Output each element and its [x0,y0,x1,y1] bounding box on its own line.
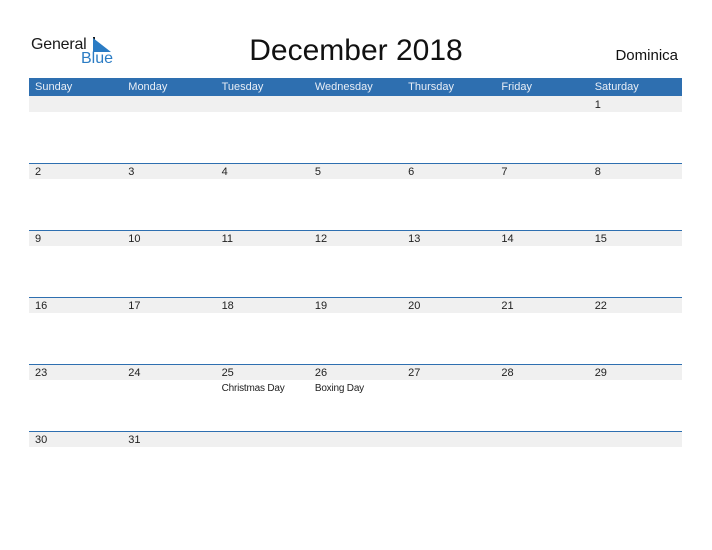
week-row: 30 31 [29,431,682,498]
day-number: 5 [314,166,321,178]
day-cell[interactable]: 7 [495,163,588,230]
day-number: 11 [221,233,233,245]
day-cell[interactable] [216,96,309,163]
week-row: 9 10 11 12 13 14 15 [29,230,682,297]
day-number: 27 [408,367,421,379]
day-cell[interactable]: 9 [29,230,122,297]
day-cell[interactable]: 3 [122,163,215,230]
day-cell[interactable] [216,431,309,498]
day-cell[interactable] [122,96,215,163]
weekday-monday: Monday [128,81,168,93]
day-cell[interactable] [495,431,588,498]
day-cell[interactable] [495,96,588,163]
day-cell[interactable]: 8 [589,163,682,230]
day-number: 26 [314,367,328,379]
day-cell[interactable] [309,96,402,163]
day-number: 20 [408,300,421,312]
weekday-tuesday: Tuesday [221,81,264,93]
day-number: 22 [594,300,607,312]
day-cell[interactable]: 10 [122,230,215,297]
day-cell[interactable]: 14 [495,230,588,297]
day-number: 28 [501,367,514,379]
week-row: 2 3 4 5 6 7 8 [29,163,682,230]
day-cell[interactable]: 25 Christmas Day [216,364,309,431]
day-cell[interactable]: 6 [402,163,495,230]
day-number: 10 [128,233,141,245]
day-cell[interactable]: 24 [122,364,215,431]
week-row: 23 24 25 Christmas Day 26 Boxing Day 27 28 29 [29,364,682,431]
calendar-grid: 1 2 3 4 5 6 7 8 9 10 11 12 13 14 15 16 17 18 19 20 21 22 23 24 2… [29,96,682,498]
weekday-sunday: Sunday [35,81,73,93]
day-cell[interactable]: 28 [495,364,588,431]
day-number: 1 [594,99,601,111]
week-row: 16 17 18 19 20 21 22 [29,297,682,364]
weekday-saturday: Saturday [594,81,639,93]
day-cell[interactable]: 21 [495,297,588,364]
day-cell[interactable]: 12 [309,230,402,297]
day-number: 21 [501,300,514,312]
day-number: 3 [128,166,135,178]
day-cell[interactable]: 2 [29,163,122,230]
day-number: 25 [221,367,234,379]
day-number: 24 [128,367,141,379]
day-number: 30 [35,434,48,446]
day-cell[interactable]: 1 [589,96,682,163]
day-number: 13 [408,233,421,245]
day-cell[interactable]: 13 [402,230,495,297]
week-row: 1 [29,96,682,163]
country-label: Dominica [615,47,678,64]
day-cell[interactable]: 19 [309,297,402,364]
weekday-friday: Friday [501,81,532,93]
day-cell[interactable]: 31 [122,431,215,498]
day-number: 19 [314,300,328,312]
day-cell[interactable]: 29 [589,364,682,431]
day-number: 31 [128,434,141,446]
day-number: 2 [35,166,42,178]
day-cell[interactable]: 16 [29,297,122,364]
day-cell[interactable]: 20 [402,297,495,364]
holiday-label: Christmas Day [221,383,285,394]
weekday-header: Sunday Monday Tuesday Wednesday Thursday… [29,78,682,96]
day-cell[interactable] [402,431,495,498]
day-cell[interactable]: 23 [29,364,122,431]
day-number: 7 [501,166,508,178]
day-number: 18 [221,300,234,312]
day-cell[interactable]: 11 [216,230,309,297]
day-cell[interactable]: 4 [216,163,309,230]
day-cell[interactable]: 30 [29,431,122,498]
day-cell[interactable] [402,96,495,163]
day-cell[interactable]: 26 Boxing Day [309,364,402,431]
day-number: 17 [128,300,141,312]
day-number: 23 [35,367,48,379]
day-cell[interactable]: 22 [589,297,682,364]
day-cell[interactable]: 18 [216,297,309,364]
weekday-wednesday: Wednesday [314,81,373,93]
day-number: 9 [35,233,42,245]
day-cell[interactable] [29,96,122,163]
weekday-thursday: Thursday [408,81,454,93]
day-cell[interactable]: 15 [589,230,682,297]
day-number: 29 [594,367,607,379]
day-number: 15 [594,233,607,245]
day-number: 8 [594,166,601,178]
day-cell[interactable] [589,431,682,498]
calendar-title: December 2018 [249,34,463,67]
day-number: 14 [501,233,514,245]
day-cell[interactable] [309,431,402,498]
day-number: 12 [314,233,328,245]
holiday-label: Boxing Day [314,383,364,394]
day-number: 6 [408,166,415,178]
day-cell[interactable]: 17 [122,297,215,364]
day-cell[interactable]: 5 [309,163,402,230]
day-number: 4 [221,166,228,178]
day-number: 16 [35,300,48,312]
day-cell[interactable]: 27 [402,364,495,431]
